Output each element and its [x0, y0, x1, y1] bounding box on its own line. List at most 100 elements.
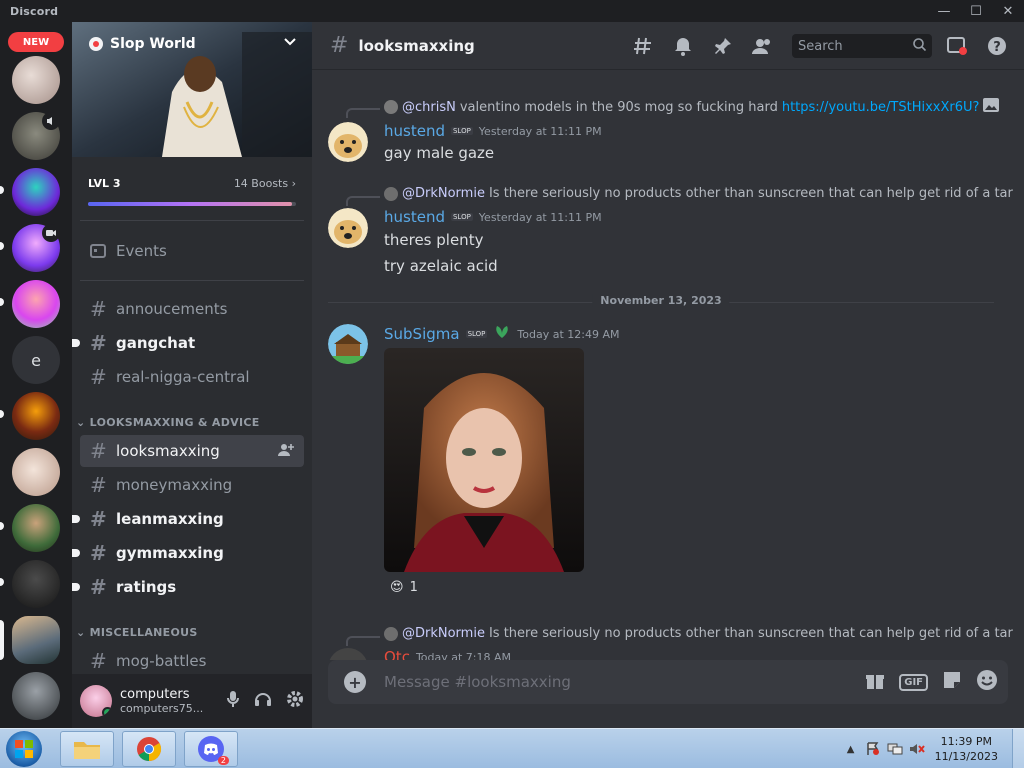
add-attachment-button[interactable]: + — [344, 671, 366, 693]
message-timestamp: Yesterday at 11:11 PM — [478, 210, 602, 224]
sidebar-item-mog-battles[interactable]: # mog-battles — [80, 645, 304, 677]
new-unreads-pill[interactable]: NEW — [8, 32, 64, 52]
boost-count: 14 Boosts › — [233, 177, 296, 190]
message-author[interactable]: hustend — [384, 122, 445, 140]
sidebar-item-ratings[interactable]: # ratings — [72, 571, 304, 603]
reply-mention[interactable]: @DrkNormie — [402, 626, 485, 641]
close-button[interactable]: ✕ — [992, 0, 1024, 22]
chrome-taskbar-button[interactable] — [122, 731, 176, 767]
server-name[interactable]: Slop World — [88, 36, 196, 52]
sidebar-item-moneymaxxing[interactable]: # moneymaxxing — [80, 469, 304, 501]
avatar[interactable] — [328, 122, 368, 162]
show-hidden-icons-icon[interactable]: ▲ — [843, 741, 859, 757]
message-header: hustend SLOP Yesterday at 11:11 PM — [384, 122, 602, 140]
message-composer: + Message #looksmaxxing GIF — [328, 660, 1008, 704]
svg-text:?: ? — [993, 40, 1001, 55]
chevron-down-icon[interactable] — [284, 34, 296, 50]
reaction-button[interactable]: 😍 1 — [384, 574, 424, 600]
gift-icon[interactable] — [865, 670, 885, 694]
server-tag-badge: SLOP — [465, 330, 488, 338]
sidebar-item-events[interactable]: Events — [80, 235, 304, 267]
server-icon[interactable] — [12, 672, 60, 720]
action-center-icon[interactable] — [865, 741, 881, 757]
server-icon[interactable] — [12, 56, 60, 104]
user-info[interactable]: computers computers75... — [120, 687, 210, 715]
threads-icon[interactable] — [628, 31, 658, 61]
avatar[interactable] — [328, 208, 368, 248]
unread-indicator — [0, 522, 4, 530]
server-icon-e[interactable]: e — [12, 336, 60, 384]
category-looksmaxxing[interactable]: ⌄ LOOKSMAXXING & ADVICE — [76, 416, 260, 429]
hashtag-icon: # — [90, 365, 107, 389]
avatar[interactable] — [80, 685, 112, 717]
network-icon[interactable] — [887, 741, 903, 757]
server-icon[interactable] — [12, 504, 60, 552]
sidebar-item-real-nigga-central[interactable]: # real-nigga-central — [80, 361, 304, 393]
clock[interactable]: 11:39 PM 11/13/2023 — [935, 734, 998, 764]
hashtag-icon: # — [90, 649, 107, 673]
flower-icon — [89, 37, 103, 51]
reply-avatar — [384, 186, 398, 201]
reply-spine — [346, 108, 380, 118]
invite-user-icon[interactable] — [278, 443, 294, 461]
hashtag-icon: # — [90, 297, 107, 321]
reply-mention[interactable]: @DrkNormie — [402, 186, 485, 201]
maximize-button[interactable]: ☐ — [960, 0, 992, 22]
heart-eyes-emoji-icon: 😍 — [390, 579, 404, 595]
hashtag-icon: # — [330, 33, 349, 58]
channel-header: # looksmaxxing Search ? — [312, 22, 1024, 70]
emoji-icon[interactable] — [976, 669, 998, 695]
server-icon-slop-world[interactable] — [12, 616, 60, 664]
message-header: Otc Today at 7:18 AM — [384, 648, 511, 660]
headphones-icon[interactable] — [254, 691, 272, 711]
message-input[interactable]: Message #looksmaxxing — [384, 673, 571, 691]
reply-mention[interactable]: @chrisN — [402, 100, 456, 115]
avatar[interactable] — [328, 648, 368, 660]
category-miscellaneous[interactable]: ⌄ MISCELLANEOUS — [76, 626, 198, 639]
start-button[interactable] — [6, 731, 42, 767]
reply-link[interactable]: https://youtu.be/TStHixxXr6U? — [782, 100, 980, 115]
message-author[interactable]: hustend — [384, 208, 445, 226]
server-banner[interactable]: Slop World — [72, 22, 312, 157]
bell-icon[interactable] — [668, 31, 698, 61]
server-icon[interactable] — [12, 448, 60, 496]
reply-preview[interactable]: @DrkNormie Is there seriously no product… — [384, 186, 1013, 201]
search-input[interactable]: Search — [792, 34, 932, 58]
inbox-icon[interactable] — [942, 31, 972, 61]
sidebar-item-gymmaxxing[interactable]: # gymmaxxing — [72, 537, 304, 569]
pin-icon[interactable] — [708, 31, 738, 61]
avatar[interactable] — [328, 324, 368, 364]
sidebar-item-annoucements[interactable]: # annoucements — [80, 293, 304, 325]
minimize-button[interactable]: — — [928, 0, 960, 22]
sticker-icon[interactable] — [942, 670, 962, 694]
sidebar-item-leanmaxxing[interactable]: # leanmaxxing — [72, 503, 304, 535]
members-icon[interactable] — [748, 31, 778, 61]
reply-preview[interactable]: @chrisN valentino models in the 90s mog … — [384, 98, 1000, 116]
server-icon[interactable] — [12, 168, 60, 216]
server-icon[interactable] — [12, 392, 60, 440]
volume-muted-icon[interactable] — [909, 741, 925, 757]
clipped-message: Otc Today at 7:18 AM — [312, 648, 1024, 660]
image-attachment[interactable] — [384, 348, 584, 572]
reply-preview[interactable]: @DrkNormie Is there seriously no product… — [384, 626, 1013, 641]
gif-button[interactable]: GIF — [899, 673, 928, 691]
unread-indicator — [72, 583, 80, 591]
message-author[interactable]: Otc — [384, 648, 410, 660]
explorer-taskbar-button[interactable] — [60, 731, 114, 767]
show-desktop-button[interactable] — [1012, 729, 1024, 768]
server-icon[interactable] — [12, 280, 60, 328]
gear-icon[interactable] — [286, 690, 304, 712]
discord-taskbar-button[interactable]: 2 — [184, 731, 238, 767]
username: computers — [120, 687, 190, 702]
window-controls: — ☐ ✕ — [928, 0, 1024, 22]
sidebar-item-gangchat[interactable]: # gangchat — [72, 327, 304, 359]
message-author[interactable]: SubSigma — [384, 325, 460, 343]
help-icon[interactable]: ? — [982, 31, 1012, 61]
sidebar-item-looksmaxxing[interactable]: # looksmaxxing — [80, 435, 304, 467]
server-icon[interactable] — [12, 560, 60, 608]
message-timestamp: Today at 12:49 AM — [517, 327, 620, 341]
microphone-icon[interactable] — [226, 690, 240, 712]
boost-progress[interactable]: LVL 3 14 Boosts › — [72, 157, 312, 206]
user-tag: computers75... — [120, 702, 204, 715]
channel-title: looksmaxxing — [358, 36, 475, 55]
